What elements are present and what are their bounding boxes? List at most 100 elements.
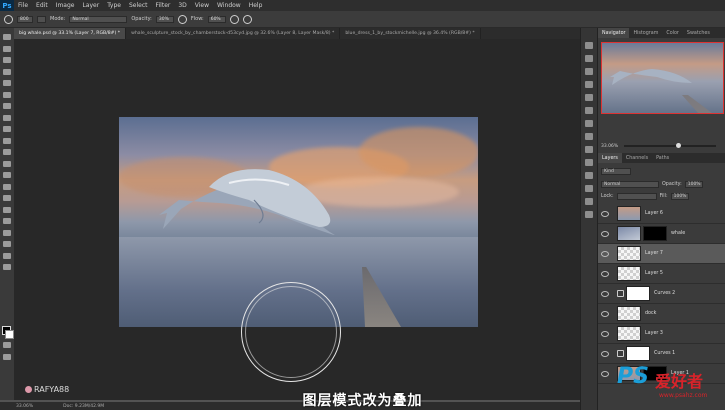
- menu-filter[interactable]: Filter: [152, 2, 175, 9]
- marquee-tool-icon[interactable]: [3, 45, 11, 52]
- pen-tool-icon[interactable]: [3, 195, 11, 201]
- eyedropper-tool-icon[interactable]: [3, 91, 11, 98]
- airbrush-icon[interactable]: [229, 14, 239, 24]
- move-tool-icon[interactable]: [3, 34, 11, 40]
- quick-select-tool-icon[interactable]: [3, 68, 11, 75]
- dodge-tool-icon[interactable]: [3, 183, 11, 190]
- document-tab[interactable]: big whale.psd @ 33.1% (Layer 7, RGB/8#) …: [14, 28, 127, 39]
- document-tab[interactable]: blue_dress_1_by_stockmichelle.jpg @ 36.4…: [340, 28, 481, 39]
- paragraph-panel-icon[interactable]: [585, 133, 593, 140]
- brush-tool-icon[interactable]: [4, 14, 13, 24]
- navigator-zoom-slider[interactable]: [624, 143, 716, 148]
- background-color-swatch[interactable]: [5, 330, 14, 339]
- layer-thumbnail[interactable]: [617, 206, 641, 221]
- screen-mode-icon[interactable]: [3, 354, 11, 360]
- visibility-eye-icon[interactable]: [601, 210, 609, 217]
- tab-color[interactable]: Color: [662, 28, 683, 38]
- opacity-input[interactable]: 30%: [155, 15, 174, 23]
- layer-filter-kind[interactable]: Kind: [601, 168, 631, 175]
- layer-mask-thumbnail[interactable]: [626, 286, 650, 301]
- layer-name[interactable]: whale: [671, 231, 685, 236]
- layer-name[interactable]: Layer 7: [645, 251, 663, 256]
- glyphs-panel-icon[interactable]: [585, 198, 593, 205]
- lasso-tool-icon[interactable]: [3, 57, 11, 63]
- eraser-tool-icon[interactable]: [3, 149, 11, 155]
- layer-thumbnail[interactable]: [617, 266, 641, 281]
- tab-paths[interactable]: Paths: [652, 153, 673, 163]
- layer-row[interactable]: Curves 1: [598, 344, 725, 364]
- info-panel-icon[interactable]: [585, 159, 593, 166]
- rectangle-tool-icon[interactable]: [3, 229, 11, 236]
- menu-layer[interactable]: Layer: [78, 2, 103, 9]
- clone-source-panel-icon[interactable]: [585, 146, 593, 153]
- actions-panel-icon[interactable]: [585, 55, 593, 62]
- visibility-eye-icon[interactable]: [601, 330, 609, 337]
- layer-row[interactable]: Layer 3: [598, 324, 725, 344]
- brush-panel-toggle-icon[interactable]: [37, 15, 46, 23]
- layer-name[interactable]: dock: [645, 311, 656, 316]
- menu-type[interactable]: Type: [103, 2, 125, 9]
- layer-name[interactable]: Layer 6: [645, 211, 663, 216]
- fill-input[interactable]: 100%: [670, 193, 689, 200]
- layer-row[interactable]: Layer 6: [598, 204, 725, 224]
- menu-file[interactable]: File: [14, 2, 32, 9]
- navigator-preview[interactable]: [601, 42, 724, 114]
- document-tab[interactable]: whale_sculpture_stock_by_chamberstock-d5…: [126, 28, 341, 39]
- zoom-tool-icon[interactable]: [3, 252, 11, 259]
- extra-tool-icon[interactable]: [3, 264, 11, 270]
- adjustments-panel-icon[interactable]: [585, 68, 593, 75]
- visibility-eye-icon[interactable]: [601, 230, 609, 237]
- menu-edit[interactable]: Edit: [32, 2, 52, 9]
- pressure-opacity-icon[interactable]: [177, 14, 187, 24]
- layer-opacity-input[interactable]: 100%: [684, 181, 703, 188]
- layer-thumbnail[interactable]: [617, 306, 641, 321]
- tab-navigator[interactable]: Navigator: [598, 28, 630, 38]
- swatches-panel-icon[interactable]: [585, 185, 593, 192]
- clone-stamp-tool-icon[interactable]: [3, 126, 11, 132]
- healing-tool-icon[interactable]: [3, 103, 11, 109]
- menu-window[interactable]: Window: [213, 2, 245, 9]
- layer-thumbnail[interactable]: [617, 226, 641, 241]
- brushes-panel-icon[interactable]: [585, 94, 593, 101]
- layer-mask-thumbnail[interactable]: [643, 226, 667, 241]
- layer-row[interactable]: Layer 7: [598, 244, 725, 264]
- layer-name[interactable]: Curves 1: [654, 351, 675, 356]
- menu-view[interactable]: View: [191, 2, 213, 9]
- history-panel-icon[interactable]: [585, 42, 593, 49]
- brush-presets-panel-icon[interactable]: [585, 107, 593, 114]
- libraries-panel-icon[interactable]: [585, 211, 593, 218]
- visibility-eye-icon[interactable]: [601, 250, 609, 257]
- pressure-size-icon[interactable]: [242, 14, 252, 24]
- layer-thumbnail[interactable]: [617, 246, 641, 261]
- zoom-slider-knob[interactable]: [676, 143, 682, 148]
- flow-input[interactable]: 60%: [207, 15, 226, 23]
- layer-row[interactable]: dock: [598, 304, 725, 324]
- styles-panel-icon[interactable]: [585, 172, 593, 179]
- visibility-eye-icon[interactable]: [601, 290, 609, 297]
- menu-select[interactable]: Select: [125, 2, 152, 9]
- layer-row[interactable]: Curves 2: [598, 284, 725, 304]
- gradient-tool-icon[interactable]: [3, 160, 11, 167]
- mode-select[interactable]: Normal: [69, 15, 128, 23]
- tab-layers[interactable]: Layers: [598, 153, 622, 163]
- tab-swatches[interactable]: Swatches: [683, 28, 714, 38]
- menu-image[interactable]: Image: [52, 2, 79, 9]
- visibility-eye-icon[interactable]: [601, 350, 609, 357]
- layer-name[interactable]: Layer 5: [645, 271, 663, 276]
- visibility-eye-icon[interactable]: [601, 370, 609, 377]
- crop-tool-icon[interactable]: [3, 80, 11, 86]
- layer-row[interactable]: Layer 5: [598, 264, 725, 284]
- tab-histogram[interactable]: Histogram: [629, 28, 662, 38]
- blur-tool-icon[interactable]: [3, 172, 11, 178]
- menu-help[interactable]: Help: [245, 2, 267, 9]
- visibility-eye-icon[interactable]: [601, 310, 609, 317]
- layer-name[interactable]: Curves 2: [654, 291, 675, 296]
- hand-tool-icon[interactable]: [3, 241, 11, 247]
- layer-mask-thumbnail[interactable]: [626, 346, 650, 361]
- layer-row[interactable]: whale: [598, 224, 725, 244]
- canvas-area[interactable]: [14, 39, 580, 400]
- path-select-tool-icon[interactable]: [3, 218, 11, 224]
- quick-mask-icon[interactable]: [3, 342, 11, 348]
- visibility-eye-icon[interactable]: [601, 270, 609, 277]
- navigator-zoom-value[interactable]: 33.06%: [601, 144, 618, 149]
